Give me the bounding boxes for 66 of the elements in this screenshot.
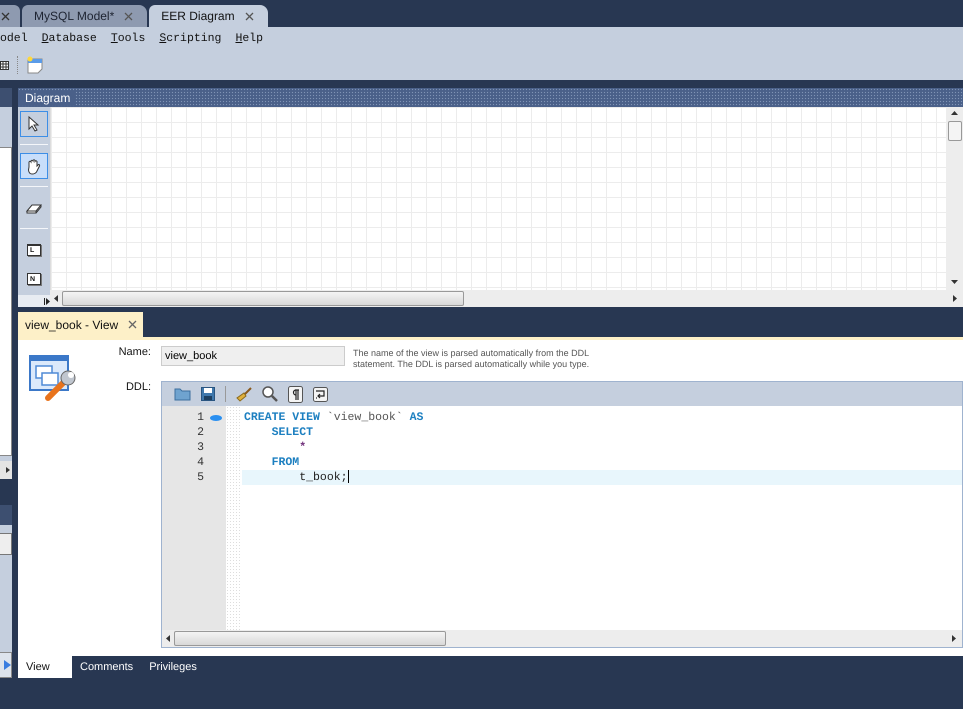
- editor-tab[interactable]: Comments: [72, 656, 142, 678]
- arrow-icon[interactable]: [951, 111, 958, 115]
- close-icon[interactable]: [1, 12, 10, 20]
- close-icon[interactable]: [244, 12, 254, 20]
- save-icon[interactable]: [201, 387, 215, 401]
- arrow-icon[interactable]: [166, 635, 170, 642]
- search-icon[interactable]: [262, 386, 278, 402]
- menu-item[interactable]: odel: [0, 32, 42, 45]
- line-number: 2: [197, 426, 205, 439]
- line-number: 1: [197, 411, 205, 424]
- editor-tab[interactable]: view_book - View: [18, 312, 144, 337]
- arrow-button[interactable]: [0, 652, 12, 678]
- line-number: 3: [197, 441, 205, 454]
- scroll-thumb[interactable]: [948, 121, 962, 141]
- horizontal-scrollbar[interactable]: [162, 630, 962, 647]
- ddl-label: DDL:: [124, 381, 152, 393]
- code-line: SELECT: [270, 425, 314, 440]
- document-tab[interactable]: [0, 5, 20, 27]
- hint-text: The name of the view is parsed automatically from the DDL statement. The DDL is parsed automatically while you type.: [353, 348, 590, 370]
- code-line: CREATE VIEW `view_book` AS: [243, 410, 424, 425]
- folder-icon[interactable]: [174, 387, 191, 401]
- expand-button[interactable]: [18, 295, 50, 307]
- menu-item[interactable]: Scripting: [159, 32, 236, 45]
- new-document-icon[interactable]: [27, 56, 43, 74]
- panel-title: Diagram: [18, 90, 76, 104]
- broom-icon[interactable]: [236, 386, 252, 402]
- tool-button[interactable]: [20, 153, 48, 179]
- line-number: 4: [197, 456, 205, 469]
- scroll-thumb[interactable]: [62, 291, 464, 306]
- word-wrap-icon[interactable]: [313, 386, 328, 402]
- close-icon[interactable]: [128, 320, 138, 329]
- line-number: 5: [197, 471, 205, 484]
- arrow-icon[interactable]: [54, 295, 58, 302]
- arrow-icon[interactable]: [953, 295, 957, 302]
- code-editor[interactable]: 1 2 3 4 5 CREATE VIEW `view_book` AS SELECT * FROM t_book;: [161, 381, 963, 648]
- view-wrench-icon: [28, 354, 78, 404]
- panel-header: [0, 88, 12, 107]
- menu-item[interactable]: Help: [235, 32, 278, 45]
- name-field[interactable]: view_book: [161, 346, 345, 366]
- vertical-scrollbar[interactable]: [946, 107, 963, 290]
- arrow-icon[interactable]: [6, 466, 10, 473]
- eraser-icon: [26, 202, 42, 214]
- editor-tab[interactable]: Privileges: [141, 656, 205, 678]
- arrow-icon[interactable]: [952, 635, 956, 642]
- code-line: *: [298, 440, 308, 455]
- scroll-thumb[interactable]: [174, 631, 446, 646]
- arrow-icon: [44, 298, 50, 304]
- pilcrow-icon[interactable]: [288, 386, 303, 402]
- horizontal-scrollbar[interactable]: [0, 460, 12, 479]
- horizontal-scrollbar[interactable]: [50, 290, 963, 307]
- code-line: FROM: [270, 455, 300, 470]
- close-icon[interactable]: [124, 12, 134, 20]
- hand-icon: [26, 158, 42, 174]
- menu-item[interactable]: Database: [42, 32, 111, 45]
- document-tab[interactable]: EER Diagram: [149, 5, 268, 27]
- menu-item[interactable]: Tools: [110, 32, 160, 45]
- arrow-icon: [4, 660, 11, 670]
- panel-header: [0, 505, 12, 525]
- dropdown[interactable]: [0, 532, 12, 555]
- name-label: Name:: [118, 346, 152, 358]
- tool-button[interactable]: [20, 111, 48, 137]
- document-tab[interactable]: MySQL Model*: [22, 5, 148, 27]
- arrow-icon[interactable]: [951, 280, 958, 284]
- pointer-icon: [28, 116, 40, 132]
- grid-icon[interactable]: [0, 60, 9, 70]
- editor-tab[interactable]: View: [18, 656, 72, 678]
